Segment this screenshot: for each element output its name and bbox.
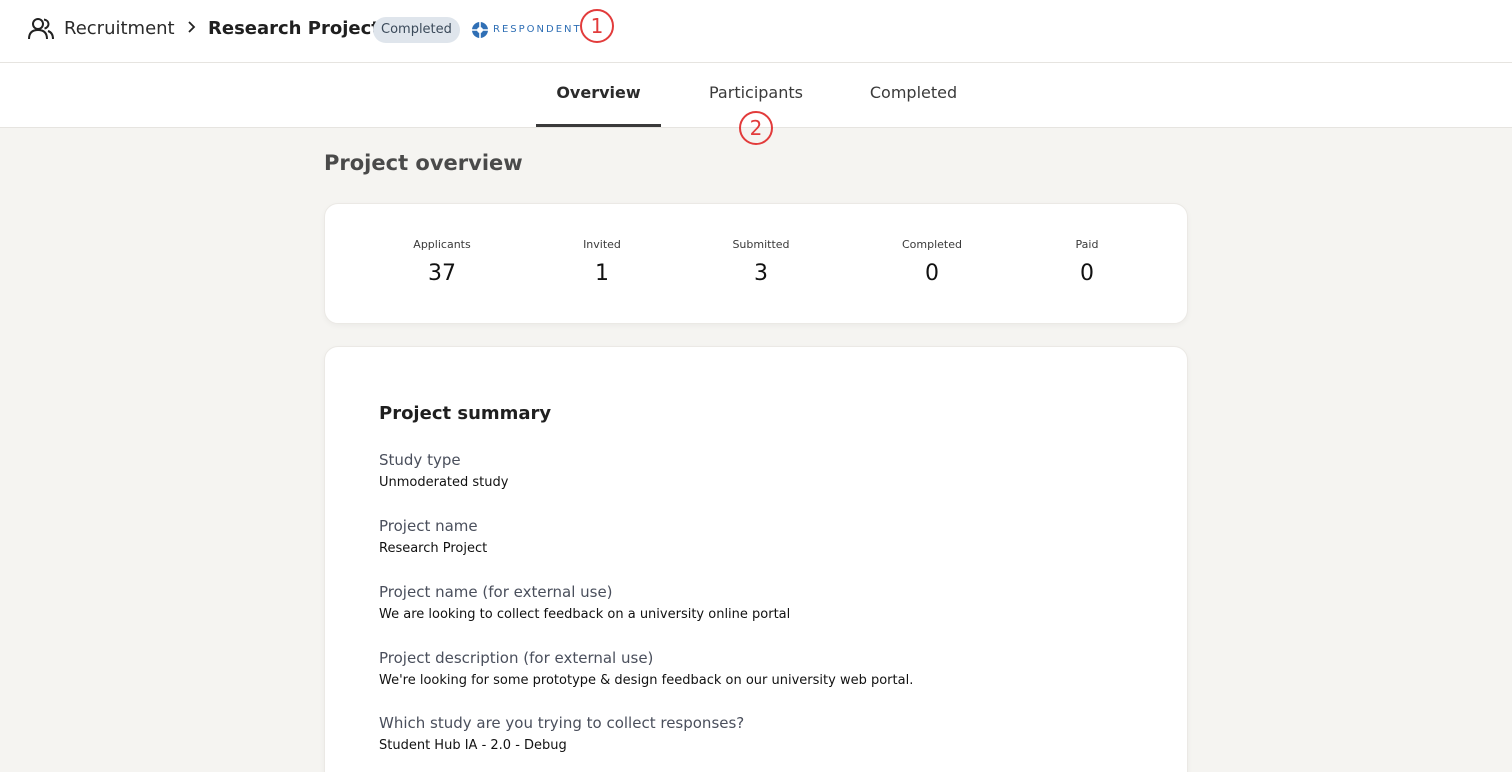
stat-value: 0: [925, 261, 939, 286]
stat-label: Completed: [902, 238, 962, 251]
breadcrumb-current-project: Research Project: [208, 18, 380, 39]
annotation-marker-2: 2: [739, 111, 773, 145]
top-bar: Recruitment Research Project Completed R…: [0, 0, 1512, 63]
page-title: Project overview: [324, 151, 523, 175]
tab-overview[interactable]: Overview: [536, 63, 661, 127]
field-value: Student Hub IA - 2.0 - Debug: [379, 738, 567, 753]
field-label: Project name (for external use): [379, 583, 613, 601]
breadcrumb-recruitment[interactable]: Recruitment: [64, 18, 175, 39]
chevron-right-icon: [188, 21, 196, 33]
status-badge: Completed: [373, 17, 460, 43]
stat-submitted: Submitted 3: [691, 238, 831, 286]
stat-value: 0: [1080, 261, 1094, 286]
field-label: Project name: [379, 517, 478, 535]
respondent-logo: RESPONDENT: [471, 21, 581, 39]
people-icon[interactable]: [28, 17, 54, 41]
stat-value: 3: [754, 261, 768, 286]
field-study-selection: Which study are you trying to collect re…: [379, 714, 1139, 753]
field-project-name: Project name Research Project: [379, 517, 1139, 556]
summary-title: Project summary: [379, 403, 552, 424]
stat-label: Applicants: [413, 238, 471, 251]
stat-label: Invited: [583, 238, 621, 251]
field-value: We're looking for some prototype & desig…: [379, 673, 914, 688]
field-label: Which study are you trying to collect re…: [379, 714, 745, 732]
respondent-logo-icon: [472, 22, 488, 38]
annotation-marker-1: 1: [580, 9, 614, 43]
field-project-name-external: Project name (for external use) We are l…: [379, 583, 1139, 622]
stats-card: Applicants 37 Invited 1 Submitted 3 Comp…: [324, 203, 1188, 324]
field-value: We are looking to collect feedback on a …: [379, 607, 791, 622]
stat-invited: Invited 1: [532, 238, 672, 286]
stat-paid: Paid 0: [1017, 238, 1157, 286]
field-label: Project description (for external use): [379, 649, 654, 667]
stat-label: Paid: [1075, 238, 1099, 251]
stat-label: Submitted: [732, 238, 790, 251]
stat-applicants: Applicants 37: [372, 238, 512, 286]
summary-card: Project summary Study type Unmoderated s…: [324, 346, 1188, 772]
field-project-description-external: Project description (for external use) W…: [379, 649, 1139, 688]
stat-completed: Completed 0: [862, 238, 1002, 286]
field-study-type: Study type Unmoderated study: [379, 451, 1139, 490]
field-value: Unmoderated study: [379, 475, 509, 490]
tab-completed[interactable]: Completed: [851, 63, 976, 127]
stat-value: 37: [428, 261, 456, 286]
field-value: Research Project: [379, 541, 488, 556]
respondent-logo-text: RESPONDENT: [493, 24, 582, 35]
field-label: Study type: [379, 451, 461, 469]
stat-value: 1: [595, 261, 609, 286]
